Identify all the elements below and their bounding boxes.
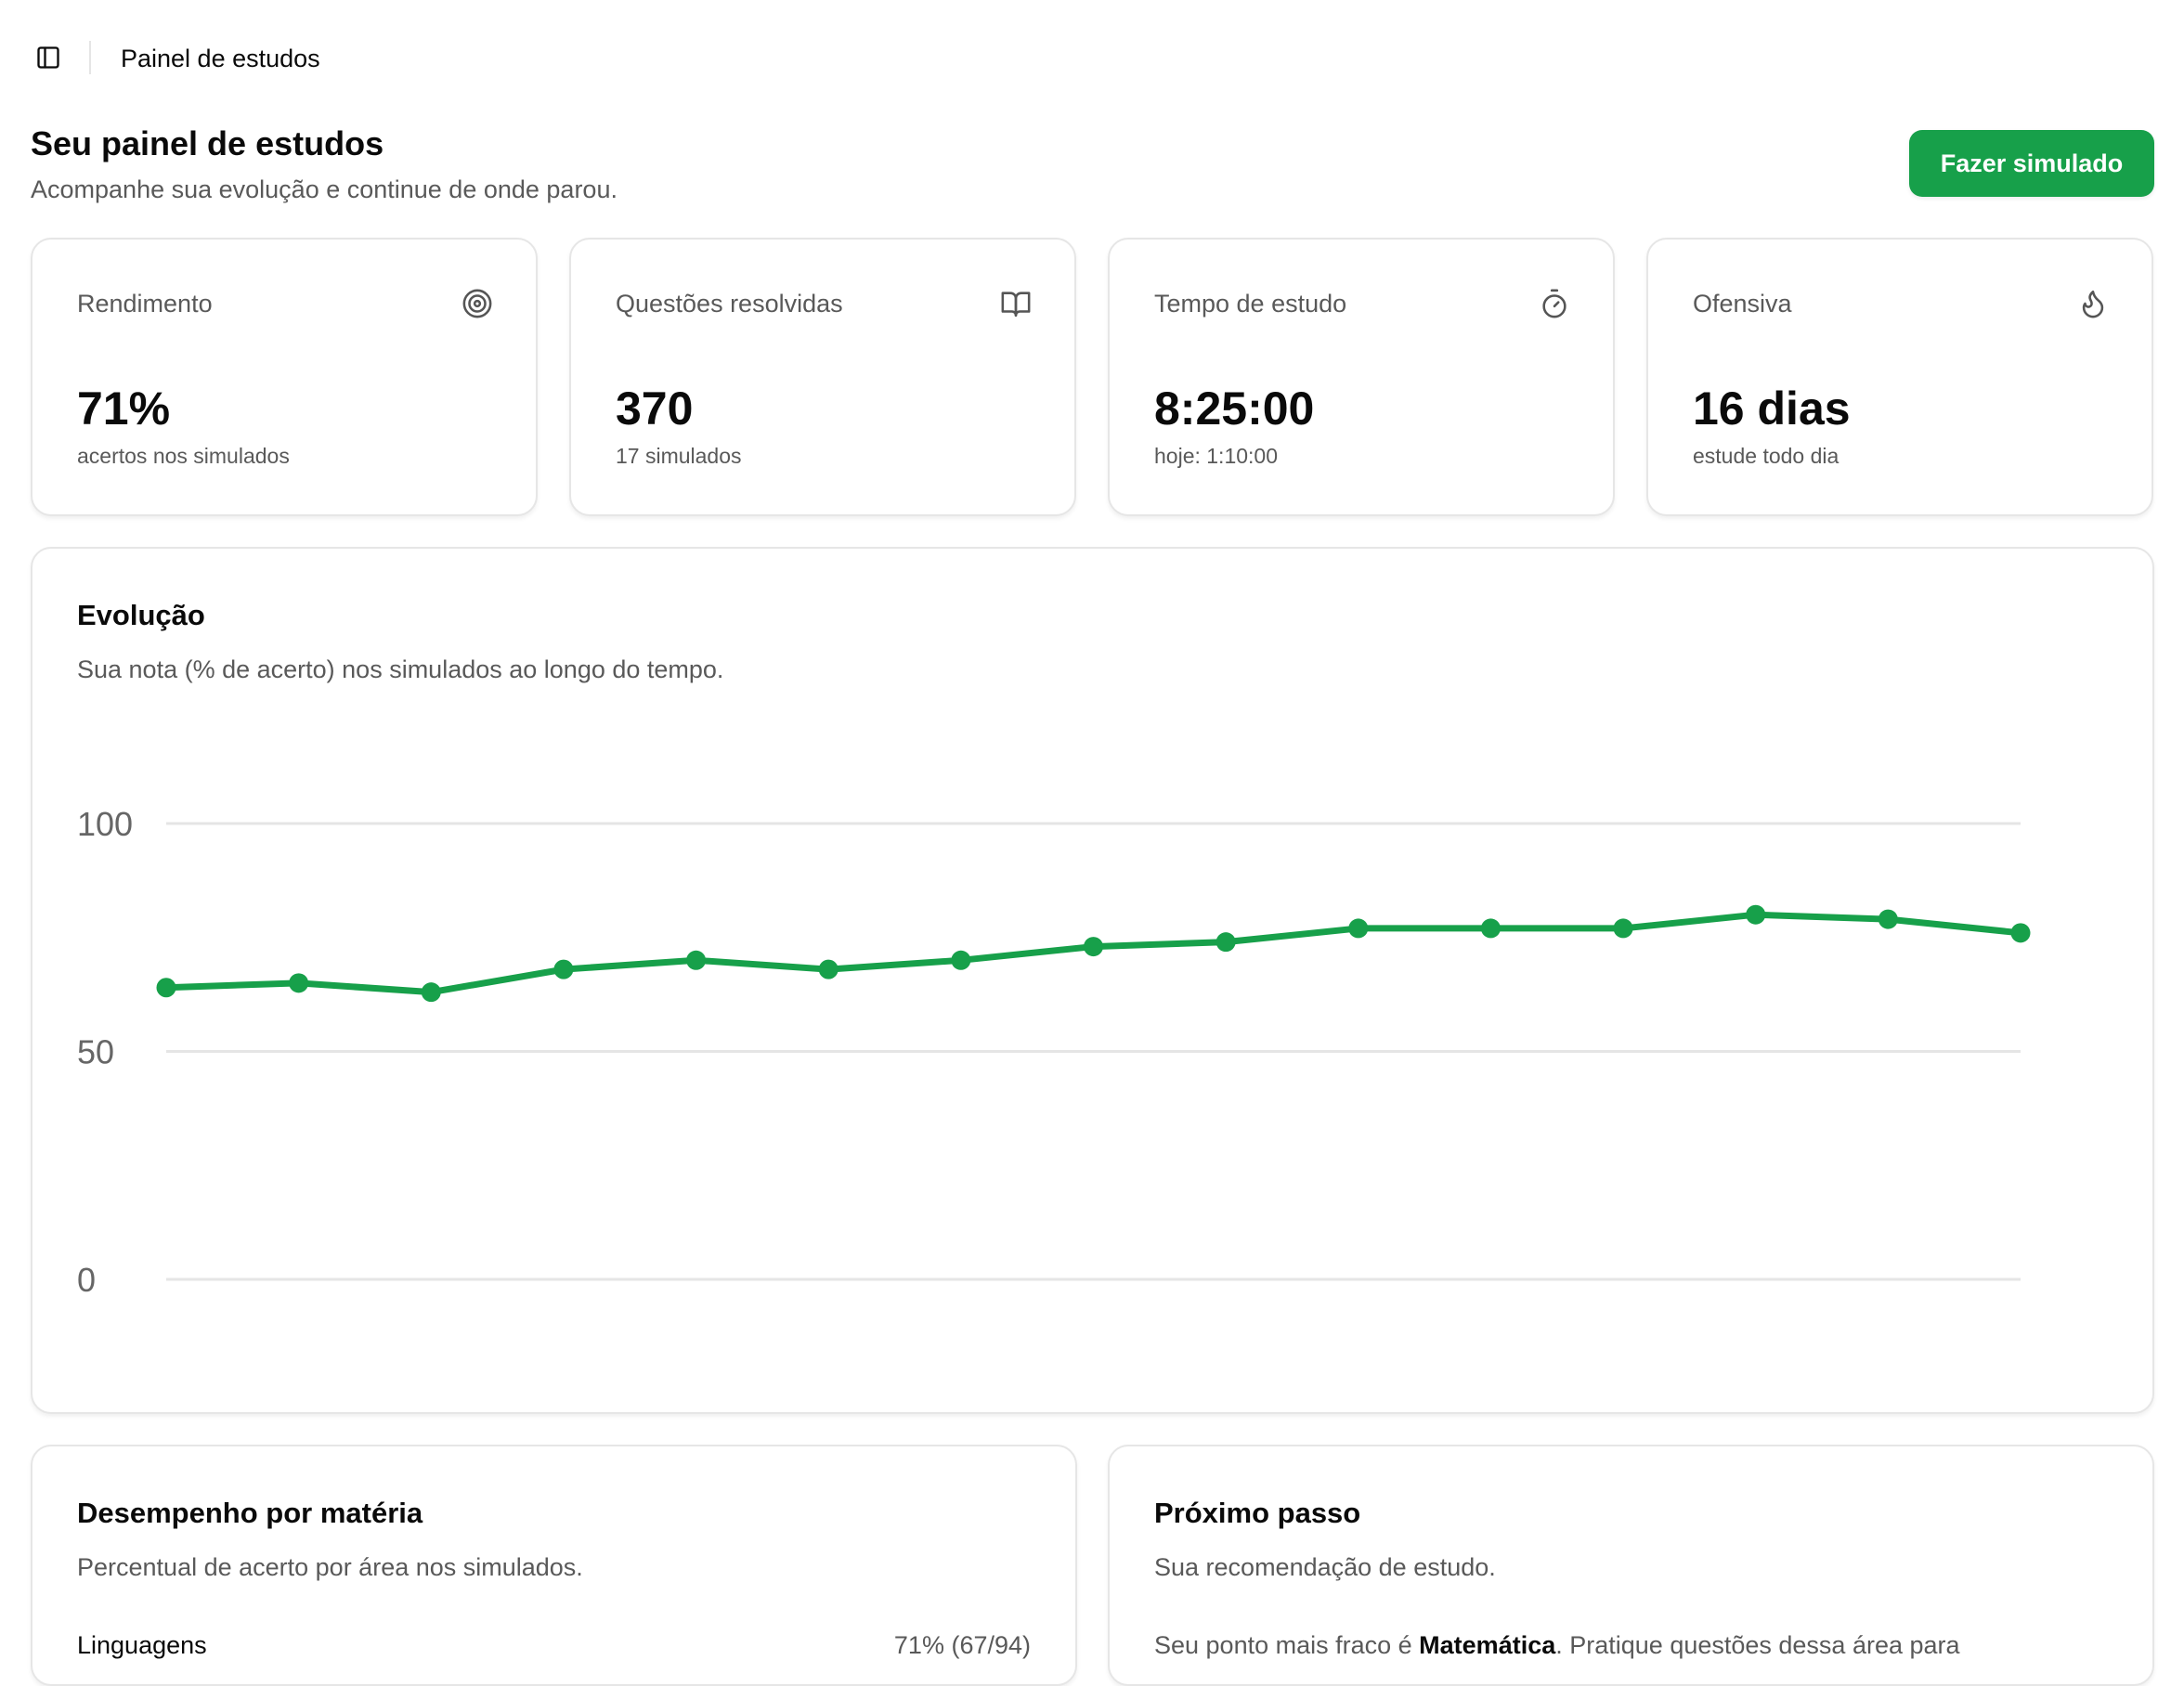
recommendation-tail: . Pratique questões dessa área para (1555, 1631, 1960, 1659)
stat-card-questions: Questões resolvidas 370 17 simulados (569, 238, 1076, 516)
data-point (2010, 923, 2031, 943)
data-point (156, 978, 176, 998)
stat-value: 8:25:00 (1154, 383, 1315, 434)
stat-caption: hoje: 1:10:00 (1154, 444, 1279, 468)
data-point (1480, 918, 1501, 939)
data-point (1878, 909, 1898, 929)
weak-subject-highlight: Matemática (1419, 1631, 1556, 1659)
topbar-divider (89, 41, 91, 74)
data-point (1084, 937, 1103, 957)
data-point (421, 982, 441, 1003)
flame-icon (2077, 288, 2109, 319)
recommendation-text: Seu ponto mais fraco é Matemática. Prati… (1154, 1628, 2129, 1662)
stat-value: 16 dias (1693, 383, 1851, 434)
stat-value: 370 (616, 383, 694, 434)
y-tick-label: 0 (77, 1261, 96, 1299)
y-tick-label: 50 (77, 1033, 114, 1071)
data-point (818, 959, 838, 979)
y-tick-label: 100 (77, 805, 133, 843)
data-point (289, 973, 309, 993)
data-point (686, 950, 707, 970)
breadcrumb-title: Painel de estudos (121, 45, 320, 72)
stat-caption: estude todo dia (1693, 444, 1840, 468)
data-point (1613, 918, 1633, 939)
subjects-card: Desempenho por matéria Percentual de ace… (31, 1445, 1077, 1686)
stat-card-streak: Ofensiva 16 dias estude todo dia (1646, 238, 2153, 516)
next-step-card: Próximo passo Sua recomendação de estudo… (1108, 1445, 2154, 1686)
data-point (1216, 932, 1236, 953)
take-simulation-button[interactable]: Fazer simulado (1909, 130, 2154, 197)
stat-label: Rendimento (77, 290, 213, 318)
stat-card-study-time: Tempo de estudo 8:25:00 hoje: 1:10:00 (1108, 238, 1615, 516)
stat-caption: acertos nos simulados (77, 444, 290, 468)
stat-label: Questões resolvidas (616, 290, 843, 318)
stat-card-performance: Rendimento 71% acertos nos simulados (31, 238, 538, 516)
next-step-description: Sua recomendação de estudo. (1154, 1553, 1496, 1581)
top-bar: Painel de estudos (0, 0, 2184, 111)
data-point (1348, 918, 1369, 939)
subject-row-value: 71% (67/94) (893, 1631, 1031, 1659)
data-point (1746, 904, 1766, 925)
data-point (553, 959, 574, 979)
sidebar-panel-icon[interactable] (33, 43, 63, 72)
stat-label: Ofensiva (1693, 290, 1792, 318)
evolution-card: Evolução Sua nota (% de acerto) nos simu… (31, 547, 2154, 1414)
stat-value: 71% (77, 383, 171, 434)
evolution-line-chart: 0 50 100 (77, 805, 2031, 1299)
subjects-title: Desempenho por matéria (77, 1497, 423, 1529)
subject-row-label: Linguagens (77, 1631, 207, 1659)
recommendation-lead: Seu ponto mais fraco é (1154, 1631, 1420, 1659)
data-point (951, 950, 971, 970)
stat-caption: 17 simulados (616, 444, 742, 468)
target-icon (462, 288, 493, 319)
page-subtitle: Acompanhe sua evolução e continue de ond… (31, 175, 618, 203)
subjects-description: Percentual de acerto por área nos simula… (77, 1553, 583, 1581)
next-step-title: Próximo passo (1154, 1497, 1361, 1529)
stat-label: Tempo de estudo (1154, 290, 1347, 318)
stopwatch-icon (1539, 288, 1570, 319)
open-book-icon (1000, 288, 1032, 319)
page-title: Seu painel de estudos (31, 124, 384, 162)
